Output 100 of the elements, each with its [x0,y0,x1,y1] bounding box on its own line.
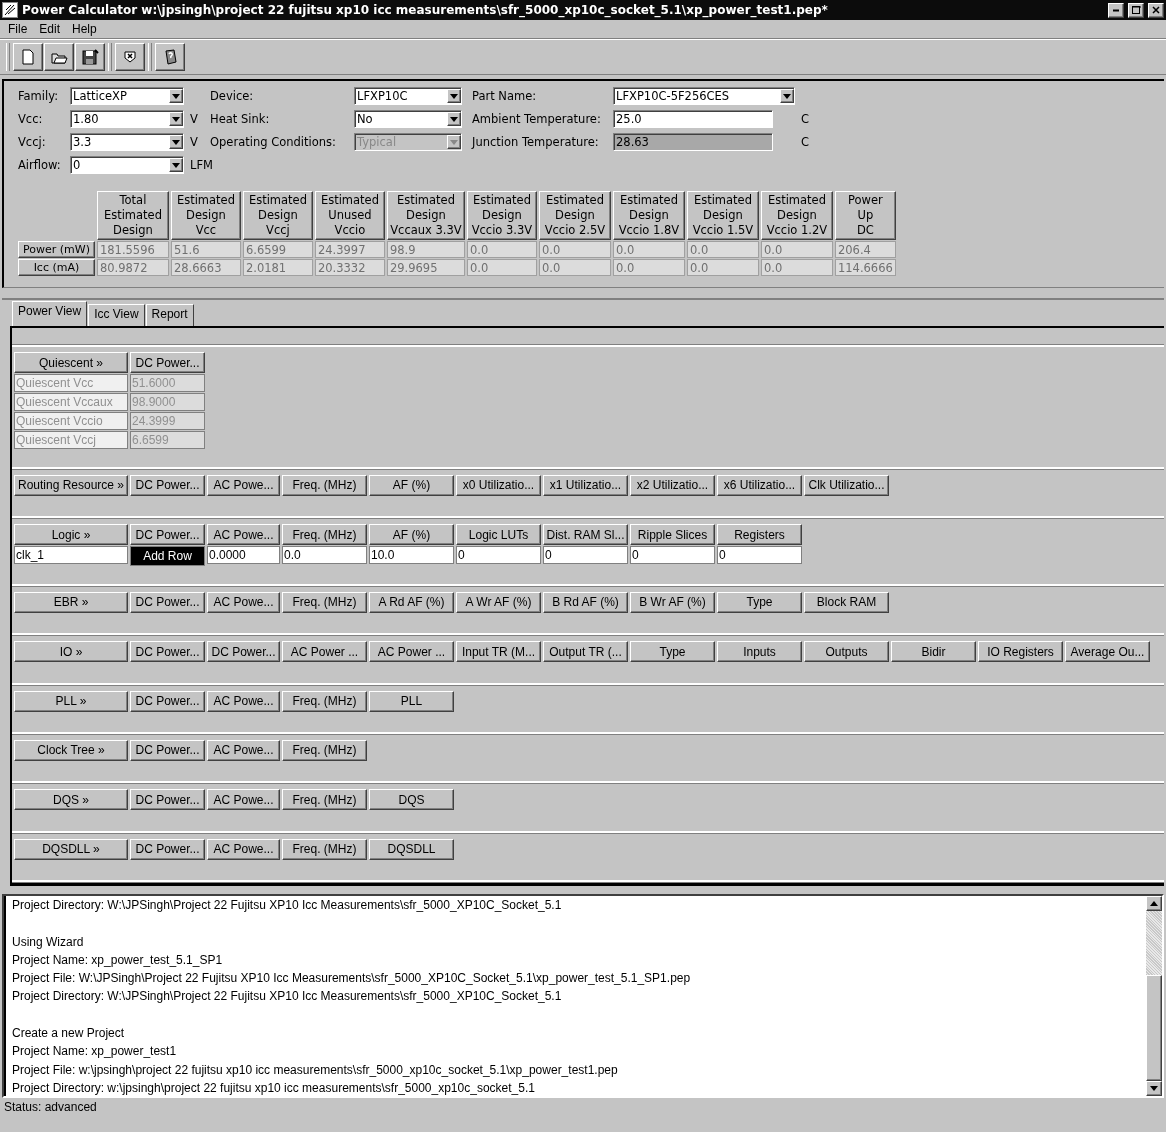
column-header-button[interactable]: Output TR (... [543,641,628,663]
column-header-button[interactable]: DQSDLL » [14,838,128,860]
column-header-button[interactable]: DQS » [14,789,128,811]
tab[interactable]: Icc View [88,304,145,326]
dropdown[interactable]: 3.3 [70,133,184,151]
column-header-button[interactable]: Freq. (MHz) [282,838,367,860]
column-header-button[interactable]: AC Power ... [282,641,367,663]
column-header[interactable]: Total Estimated Design [96,191,169,240]
table-cell[interactable]: 0 [630,546,715,565]
column-header-button[interactable]: x1 Utilizatio... [543,474,628,496]
column-header-button[interactable]: PLL [369,690,454,712]
column-header-button[interactable]: Freq. (MHz) [282,789,367,811]
maximize-button[interactable] [1128,2,1144,18]
column-header-button[interactable]: AC Powe... [207,739,280,761]
dropdown[interactable]: LFXP10C-5F256CES [613,87,795,105]
column-header-button[interactable]: Block RAM [804,591,889,613]
column-header-button[interactable]: Freq. (MHz) [282,591,367,613]
column-header-button[interactable]: x2 Utilizatio... [630,474,715,496]
column-header-button[interactable]: AF (%) [369,524,454,546]
table-cell[interactable]: 0 [456,546,541,565]
column-header[interactable]: Estimated Design Vcc [170,191,241,240]
save-button[interactable] [75,43,105,71]
column-header-button[interactable]: DC Power... [207,641,280,663]
help-card-button[interactable] [155,43,185,71]
column-header-button[interactable]: Outputs [804,641,889,663]
column-header-button[interactable]: DC Power... [130,591,205,613]
column-header-button[interactable]: B Rd AF (%) [543,591,628,613]
tab[interactable]: Report [145,304,194,326]
column-header-button[interactable]: DC Power... [130,474,205,496]
column-header-button[interactable]: Registers [717,524,802,546]
column-header-button[interactable]: x6 Utilizatio... [717,474,802,496]
table-cell[interactable]: 0.0 [282,546,367,565]
column-header-button[interactable]: Freq. (MHz) [282,690,367,712]
column-header-button[interactable]: Dist. RAM Sl... [543,524,628,546]
dropdown[interactable]: LatticeXP [70,87,184,105]
column-header-button[interactable]: Freq. (MHz) [282,739,367,761]
column-header-button[interactable]: Type [717,591,802,613]
column-header[interactable]: Estimated Design Vccj [242,191,313,240]
column-header-button[interactable]: x0 Utilizatio... [456,474,541,496]
column-header-button[interactable]: Ripple Slices [630,524,715,546]
column-header-button[interactable]: AC Powe... [207,524,280,546]
column-header-button[interactable]: DC Power... [130,641,205,663]
column-header-button[interactable]: A Wr AF (%) [456,591,541,613]
close-button[interactable] [1148,2,1164,18]
column-header-button[interactable]: Routing Resource » [14,474,128,496]
column-header-button[interactable]: AC Powe... [207,474,280,496]
column-header-button[interactable]: Average Ou... [1065,641,1150,663]
column-header-button[interactable]: Clock Tree » [14,739,128,761]
column-header-button[interactable]: Input TR (M... [456,641,541,663]
menu-item[interactable]: Help [68,22,105,36]
column-header-button[interactable]: AC Powe... [207,690,280,712]
table-cell[interactable]: clk_1 [14,546,128,565]
new-file-button[interactable] [13,43,43,71]
column-header-button[interactable]: DQS [369,789,454,811]
column-header-button[interactable]: Clk Utilizatio... [804,474,889,496]
table-cell[interactable]: 0 [543,546,628,565]
column-header-button[interactable]: EBR » [14,591,128,613]
column-header-button[interactable]: DC Power... [130,524,205,546]
dropdown[interactable]: No [354,110,462,128]
column-header[interactable]: Power Up DC [834,191,896,240]
dropdown[interactable]: 1.80 [70,110,184,128]
column-header-button[interactable]: IO Registers [978,641,1063,663]
scrollbar[interactable] [1146,896,1162,1096]
shield-x-button[interactable] [115,43,145,71]
column-header-button[interactable]: Quiescent » [14,352,128,374]
column-header-button[interactable]: DQSDLL [369,838,454,860]
column-header-button[interactable]: Bidir [891,641,976,663]
column-header-button[interactable]: AC Power ... [369,641,454,663]
row-header[interactable]: Power (mW) [18,241,95,258]
column-header-button[interactable]: Logic » [14,524,128,546]
column-header[interactable]: Estimated Unused Vccio [314,191,385,240]
open-folder-button[interactable] [44,43,74,71]
column-header-button[interactable]: AC Powe... [207,789,280,811]
column-header[interactable]: Estimated Design Vccaux 3.3V [386,191,465,240]
column-header[interactable]: Estimated Design Vccio 3.3V [466,191,537,240]
column-header-button[interactable]: PLL » [14,690,128,712]
minimize-button[interactable] [1108,2,1124,18]
column-header-button[interactable]: Freq. (MHz) [282,474,367,496]
table-cell[interactable]: 10.0 [369,546,454,565]
input-field[interactable]: 25.0 [613,110,773,128]
table-cell[interactable]: 0.0000 [207,546,280,565]
column-header-button[interactable]: AC Powe... [207,838,280,860]
column-header[interactable]: Estimated Design Vccio 1.5V [686,191,759,240]
column-header-button[interactable]: A Rd AF (%) [369,591,454,613]
column-header-button[interactable]: AF (%) [369,474,454,496]
column-header-button[interactable]: Type [630,641,715,663]
menu-item[interactable]: Edit [35,22,69,36]
menu-item[interactable]: File [4,22,36,36]
column-header[interactable]: Estimated Design Vccio 2.5V [538,191,611,240]
dropdown[interactable]: 0 [70,156,184,174]
column-header-button[interactable]: IO » [14,641,128,663]
column-header-button[interactable]: AC Powe... [207,591,280,613]
dropdown[interactable]: LFXP10C [354,87,462,105]
table-cell[interactable]: 0 [717,546,802,565]
column-header-button[interactable]: DC Power... [130,838,205,860]
column-header-button[interactable]: DC Power... [130,789,205,811]
column-header-button[interactable]: DC Power... [130,739,205,761]
context-menu-item[interactable]: Add Row [130,546,205,567]
column-header-button[interactable]: DC Power... [130,352,205,374]
column-header-button[interactable]: DC Power... [130,690,205,712]
